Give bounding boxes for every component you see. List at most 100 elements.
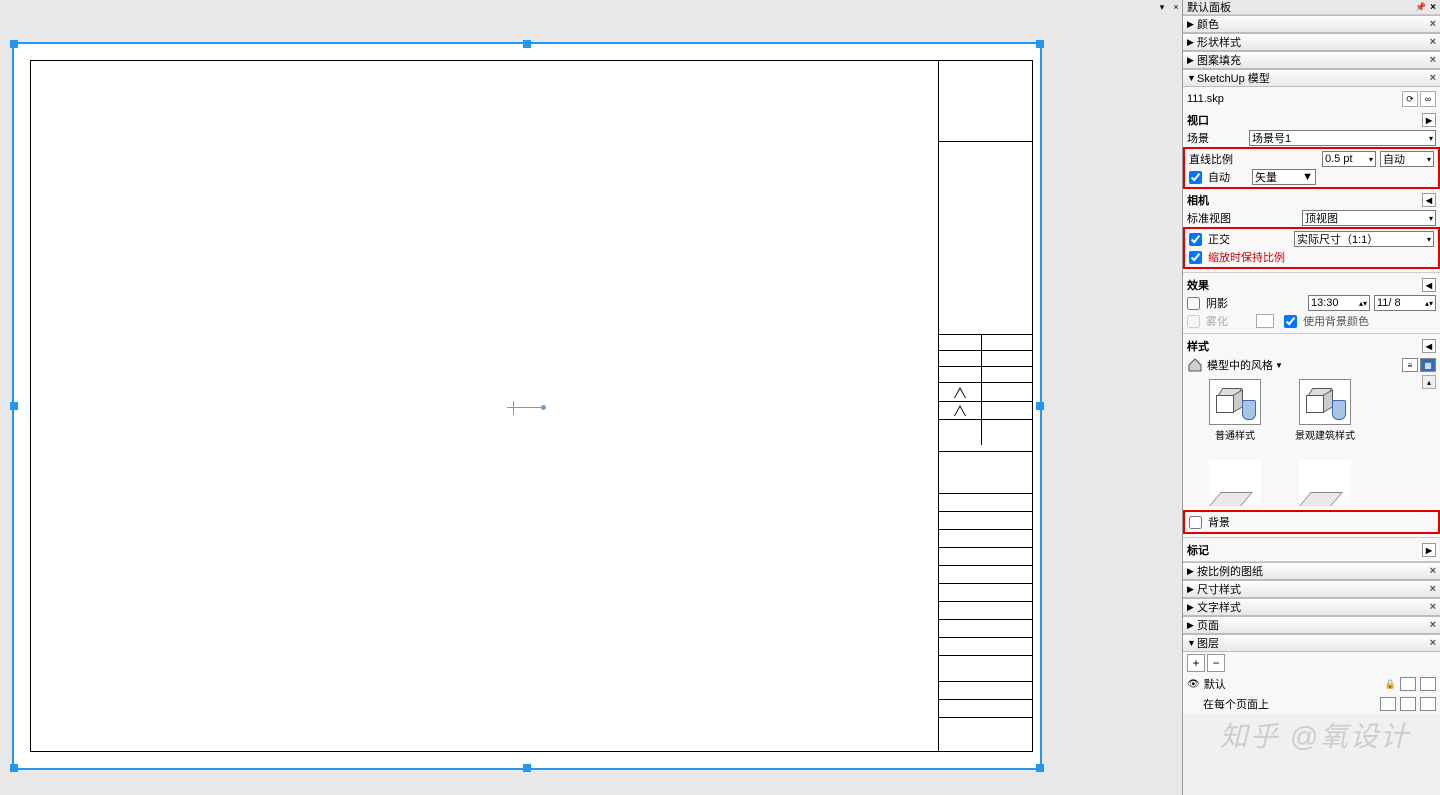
shadow-row: 阴影 13:30▴▾ 11/ 8▴▾ [1187,294,1436,312]
layer-prop-icon[interactable] [1420,677,1436,691]
background-checkbox[interactable] [1189,516,1202,529]
ortho-row: 正交 实际尺寸（1:1）▾ [1189,230,1434,248]
selection-handle[interactable] [1036,764,1044,772]
line-scale-mode-select[interactable]: 自动▾ [1380,151,1434,167]
layer-row-pages[interactable]: 在每个页面上 [1183,694,1440,714]
fog-row: 雾化 使用背景颜色 [1187,312,1436,330]
title-block [938,61,1032,751]
expand-icon[interactable]: ▶ [1422,113,1436,127]
tab-dropdown-icon[interactable]: ▾ [1156,1,1168,13]
tags-header: 标记 ▶ [1187,541,1436,559]
use-bg-checkbox[interactable] [1284,315,1297,328]
add-layer-button[interactable]: + [1187,654,1205,672]
share-icon[interactable] [1400,677,1416,691]
chevron-right-icon: ▶ [1187,19,1197,30]
keep-scale-row: 缩放时保持比例 [1189,248,1434,266]
drawing-viewport[interactable] [12,42,1042,770]
section-page[interactable]: ▶ 页面 × [1183,616,1440,634]
close-icon[interactable]: × [1430,583,1436,595]
chevron-right-icon: ▶ [1187,37,1197,48]
section-scaled-drawing[interactable]: ▶ 按比例的图纸 × [1183,562,1440,580]
auto-render-row: 自动 矢量▼ [1189,168,1434,186]
shadow-date-input[interactable]: 11/ 8▴▾ [1374,295,1436,311]
ortho-checkbox[interactable] [1189,233,1202,246]
auto-checkbox[interactable] [1189,171,1202,184]
selection-handle[interactable] [10,402,18,410]
section-layers[interactable]: ▼ 图层 × [1183,634,1440,652]
highlight-box-ortho: 正交 实际尺寸（1:1）▾ 缩放时保持比例 [1183,227,1440,269]
visibility-icon[interactable]: 👁 [1187,679,1200,690]
close-icon[interactable]: × [1430,18,1436,30]
tray-title: 默认面板 [1187,0,1231,15]
layer-toolbar: + − [1183,652,1440,674]
standard-view-select[interactable]: 顶视图▾ [1302,210,1436,226]
refresh-icon[interactable]: ⟳ [1402,91,1418,107]
selection-handle[interactable] [523,40,531,48]
house-icon [1187,358,1203,372]
line-scale-row: 直线比例 0.5 pt▾ 自动▾ [1189,150,1434,168]
background-row: 背景 [1189,513,1434,531]
layer-prop-icon[interactable] [1420,697,1436,711]
style-item[interactable]: 普通样式 [1199,379,1271,442]
scroll-up-icon[interactable]: ▴ [1422,375,1436,389]
remove-layer-button[interactable]: − [1207,654,1225,672]
close-icon[interactable]: × [1430,72,1436,84]
chevron-down-icon[interactable]: ▼ [1275,361,1283,370]
section-pattern-fill[interactable]: ▶ 图案填充 × [1183,51,1440,69]
section-text-style[interactable]: ▶ 文字样式 × [1183,598,1440,616]
line-scale-input[interactable]: 0.5 pt▾ [1322,151,1376,167]
chevron-right-icon: ▶ [1187,620,1197,631]
tray-title-bar[interactable]: 默认面板 📌 × [1183,0,1440,15]
standard-view-row: 标准视图 顶视图▾ [1187,209,1436,227]
selection-handle[interactable] [1036,40,1044,48]
model-axis-icon [507,396,547,416]
selection-handle[interactable] [1036,402,1044,410]
pin-icon[interactable]: 📌 [1415,2,1426,13]
chevron-right-icon: ▶ [1187,584,1197,595]
selection-handle[interactable] [523,764,531,772]
close-icon[interactable]: × [1430,601,1436,613]
section-sketchup-model[interactable]: ▼ SketchUp 模型 × [1183,69,1440,87]
close-icon[interactable]: × [1430,619,1436,631]
keep-scale-checkbox[interactable] [1189,251,1202,264]
collapse-icon[interactable]: ◀ [1422,278,1436,292]
canvas-area[interactable]: ▾ × [0,0,1182,795]
style-item[interactable]: 景观建筑样式 [1289,379,1361,442]
layer-prop-icon[interactable] [1400,697,1416,711]
selection-handle[interactable] [10,764,18,772]
scale-select[interactable]: 实际尺寸（1:1）▾ [1294,231,1434,247]
highlight-box-background: 背景 [1183,510,1440,534]
fog-color-swatch[interactable] [1256,314,1274,328]
scene-select[interactable]: 场景号1▾ [1249,130,1436,146]
selection-handle[interactable] [10,40,18,48]
style-item[interactable] [1289,460,1361,506]
expand-icon[interactable]: ▶ [1422,543,1436,557]
collapse-icon[interactable]: ◀ [1422,339,1436,353]
style-item[interactable] [1199,460,1271,506]
lock-icon[interactable]: 🔒 [1385,679,1396,690]
link-icon[interactable]: ∞ [1420,91,1436,107]
layer-row-default[interactable]: 👁 默认 🔒 [1183,674,1440,694]
layer-prop-icon[interactable] [1380,697,1396,711]
camera-header: 相机 ◀ [1187,191,1436,209]
render-select[interactable]: 矢量▼ [1252,169,1316,185]
close-icon[interactable]: × [1430,54,1436,66]
close-icon[interactable]: × [1430,2,1436,13]
shadow-time-input[interactable]: 13:30▴▾ [1308,295,1370,311]
list-view-icon[interactable]: ≡ [1402,358,1418,372]
top-tab-strip: ▾ × [1156,0,1182,14]
effect-header: 效果 ◀ [1187,276,1436,294]
shadow-checkbox[interactable] [1187,297,1200,310]
close-icon[interactable]: × [1430,36,1436,48]
section-shape-style[interactable]: ▶ 形状样式 × [1183,33,1440,51]
chevron-right-icon: ▶ [1187,55,1197,66]
section-dim-style[interactable]: ▶ 尺寸样式 × [1183,580,1440,598]
view-toggle: ≡ ▦ [1402,358,1436,372]
collapse-icon[interactable]: ◀ [1422,193,1436,207]
close-icon[interactable]: × [1430,637,1436,649]
tab-close-icon[interactable]: × [1170,1,1182,13]
close-icon[interactable]: × [1430,565,1436,577]
style-selector-row: 模型中的风格 ▼ ≡ ▦ [1187,355,1436,375]
section-color[interactable]: ▶ 颜色 × [1183,15,1440,33]
grid-view-icon[interactable]: ▦ [1420,358,1436,372]
